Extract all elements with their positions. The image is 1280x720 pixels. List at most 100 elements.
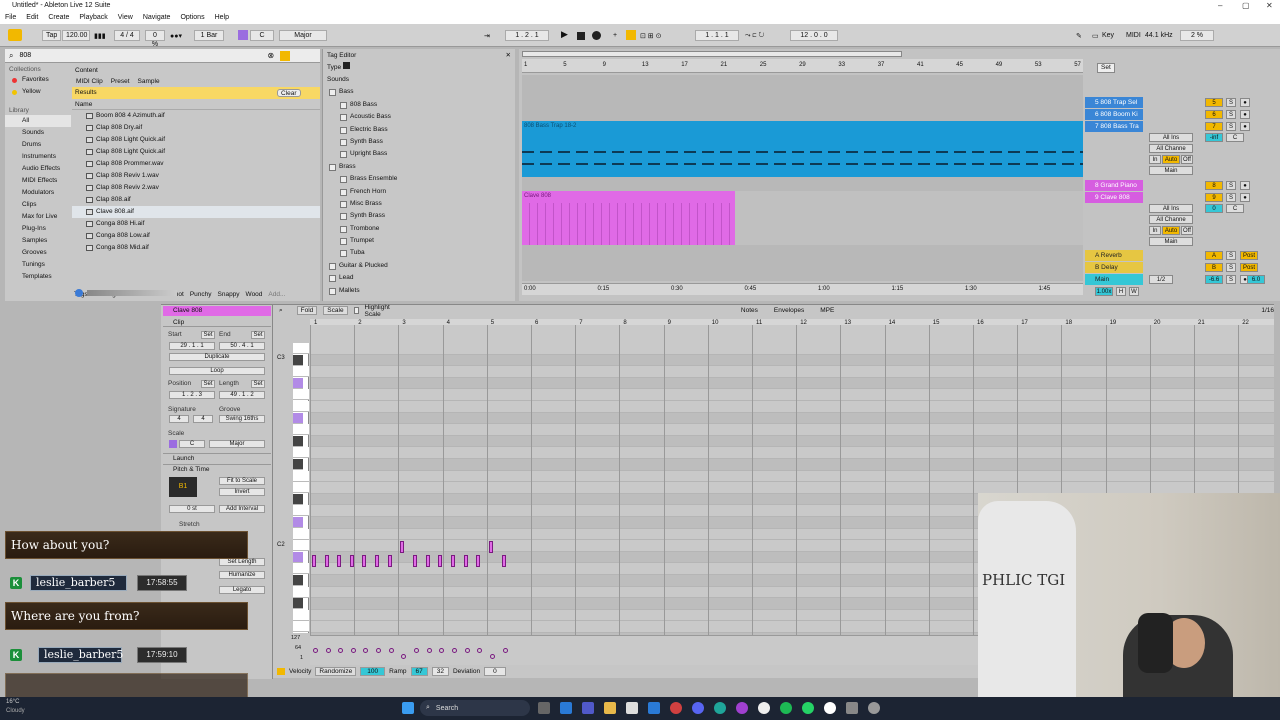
midi-note[interactable]: [375, 555, 379, 567]
track-header[interactable]: 9 Clave 808 9 S ●: [1085, 192, 1273, 204]
tag-item[interactable]: Lead: [323, 272, 515, 284]
position-field[interactable]: 1 . 2 . 3: [169, 391, 215, 399]
track-activator-button[interactable]: 6: [1205, 110, 1223, 119]
tag-item[interactable]: Brass: [323, 161, 515, 173]
sig-denominator-field[interactable]: 4: [193, 415, 213, 423]
midi-note[interactable]: [451, 555, 455, 567]
scale-toggle-icon[interactable]: [169, 440, 177, 448]
swing-field[interactable]: 0 %: [145, 30, 165, 48]
filter-sample[interactable]: Sample: [138, 78, 160, 85]
whatsapp-icon[interactable]: [802, 702, 814, 714]
track-name[interactable]: A Reverb: [1085, 250, 1143, 261]
tag-punchy[interactable]: Punchy: [190, 291, 212, 298]
midi-note[interactable]: [350, 555, 354, 567]
chrome-icon[interactable]: [758, 702, 770, 714]
tag-item[interactable]: French Horn: [323, 186, 515, 198]
file-list-item[interactable]: Clave 808.aif: [72, 206, 320, 218]
menu-file[interactable]: File: [5, 11, 16, 24]
track-activator-button[interactable]: A: [1205, 251, 1223, 260]
track-name[interactable]: 8 Grand Piano: [1085, 180, 1143, 191]
tempo-field[interactable]: 120.00: [62, 30, 90, 41]
draw-mode-icon[interactable]: ✎: [1076, 32, 1082, 40]
solo-button[interactable]: S: [1226, 98, 1236, 107]
midi-note[interactable]: [438, 555, 442, 567]
tag-item[interactable]: Upright Bass: [323, 148, 515, 160]
task-view-icon[interactable]: [538, 702, 550, 714]
tab-mpe[interactable]: MPE: [820, 307, 834, 314]
piano-key[interactable]: [293, 540, 309, 552]
loop-length-field[interactable]: 12 . 0 . 0: [790, 30, 838, 41]
start-set-button[interactable]: Set: [201, 331, 215, 339]
midi-note[interactable]: [502, 555, 506, 567]
velocity-marker[interactable]: [401, 654, 406, 659]
sidebar-item-grooves[interactable]: Grooves: [5, 247, 71, 259]
track-name[interactable]: 6 808 Boom Ki: [1085, 109, 1143, 120]
track-activator-button[interactable]: 5: [1205, 98, 1223, 107]
arm-record-icon[interactable]: ●: [1240, 181, 1250, 190]
pitch-time-section-header[interactable]: Pitch & Time: [163, 464, 271, 474]
play-icon[interactable]: ▶: [561, 29, 568, 40]
tag-checkbox[interactable]: [340, 151, 347, 159]
zoom-field[interactable]: 1.00x: [1095, 287, 1113, 296]
file-list-item[interactable]: Conga 808 Low.aif: [72, 230, 320, 242]
midi-map-button[interactable]: MIDI: [1126, 32, 1141, 39]
opera-icon[interactable]: [670, 702, 682, 714]
file-list-item[interactable]: Clap 808 Light Quick.aif: [72, 134, 320, 146]
sidebar-item-yellow[interactable]: Yellow: [5, 86, 71, 98]
piano-key[interactable]: [293, 551, 303, 563]
tag-checkbox[interactable]: [340, 225, 347, 233]
velocity-toggle-icon[interactable]: [277, 667, 285, 675]
menu-playback[interactable]: Playback: [79, 11, 107, 24]
velocity-marker[interactable]: [363, 648, 368, 653]
sidebar-item-drums[interactable]: Drums: [5, 139, 71, 151]
sig-numerator-field[interactable]: 4: [169, 415, 189, 423]
routing-control[interactable]: Auto: [1162, 226, 1180, 235]
arm-record-icon[interactable]: ●: [1240, 122, 1250, 131]
solo-button[interactable]: S: [1226, 181, 1236, 190]
sidebar-item-sounds[interactable]: Sounds: [5, 127, 71, 139]
h-button[interactable]: H: [1116, 287, 1126, 296]
midi-note[interactable]: [476, 555, 480, 567]
menu-help[interactable]: Help: [215, 11, 229, 24]
file-explorer-icon[interactable]: [604, 702, 616, 714]
piano-key[interactable]: [293, 609, 309, 621]
tag-checkbox[interactable]: [340, 176, 347, 184]
loop-switch-icon[interactable]: ⤳ ⊏ ↻: [745, 32, 764, 40]
routing-control[interactable]: All Ins: [1149, 133, 1193, 142]
file-list-item[interactable]: Conga 808 Mid.aif: [72, 242, 320, 254]
velocity-marker[interactable]: [490, 654, 495, 659]
piano-key[interactable]: [293, 366, 309, 378]
solo-button[interactable]: S: [1226, 193, 1236, 202]
velocity-marker[interactable]: [452, 648, 457, 653]
start-icon[interactable]: [402, 702, 414, 714]
ramp-start-field[interactable]: 67: [410, 666, 428, 676]
cue-ratio-field[interactable]: 1/2: [1149, 275, 1173, 284]
piano-key[interactable]: [293, 447, 309, 459]
root-dropdown[interactable]: C: [179, 440, 205, 448]
key-dropdown[interactable]: C: [250, 30, 274, 41]
track-activator-button[interactable]: B: [1205, 263, 1223, 272]
midi-note[interactable]: [312, 555, 316, 567]
obs-icon[interactable]: [824, 702, 836, 714]
track-name[interactable]: 5 808 Trap Sel: [1085, 97, 1143, 108]
sidebar-item-tunings[interactable]: Tunings: [5, 259, 71, 271]
velocity-marker[interactable]: [338, 648, 343, 653]
file-list-item[interactable]: Clap 808 Reviv 2.wav: [72, 182, 320, 194]
piano-key[interactable]: [293, 482, 309, 494]
tag-wood[interactable]: Wood: [246, 291, 263, 298]
tag-snappy[interactable]: Snappy: [218, 291, 240, 298]
tag-checkbox[interactable]: [340, 188, 347, 196]
taskbar-search[interactable]: ⌕ Search: [420, 700, 530, 716]
add-interval-button[interactable]: Add Interval: [219, 505, 265, 513]
piano-key[interactable]: [293, 598, 303, 610]
invert-button[interactable]: Invert: [219, 488, 265, 496]
routing-control[interactable]: Main: [1149, 237, 1193, 246]
piano-key[interactable]: [293, 401, 309, 412]
piano-key[interactable]: [293, 435, 303, 447]
midi-note[interactable]: [388, 555, 392, 567]
song-position-field[interactable]: 1 . 2 . 1: [505, 30, 549, 41]
quantize-dropdown[interactable]: 1 Bar: [194, 30, 224, 41]
ramp-end-field[interactable]: 32: [431, 666, 449, 676]
launch-section-header[interactable]: Launch: [163, 453, 271, 463]
solo-button[interactable]: S: [1226, 122, 1236, 131]
